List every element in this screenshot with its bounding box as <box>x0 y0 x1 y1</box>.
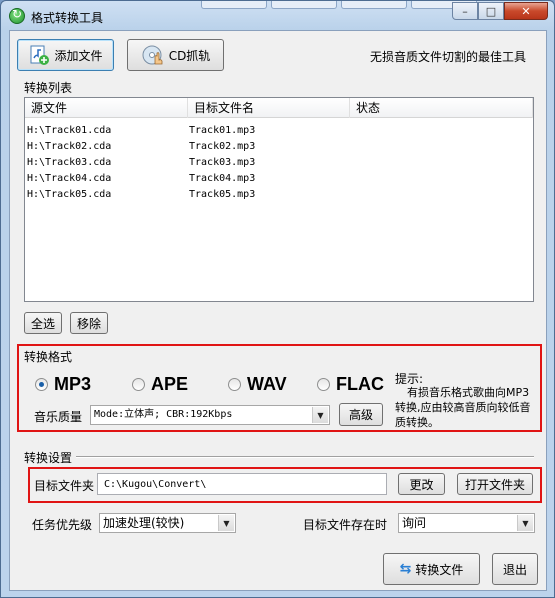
target-folder-field[interactable] <box>98 474 386 494</box>
priority-value: 加速处理(较快) <box>103 516 185 530</box>
convert-label: 转换文件 <box>415 562 464 577</box>
settings-group-title: 转换设置 <box>24 449 77 466</box>
table-row[interactable]: H:\Track02.cda Track02.mp3 <box>25 139 533 155</box>
row-target: Track02.mp3 <box>189 141 256 152</box>
close-button[interactable]: ✕ <box>504 2 548 20</box>
add-file-button[interactable]: 添加文件 <box>17 39 114 71</box>
row-source: H:\Track03.cda <box>27 157 112 168</box>
background-tabs <box>201 1 477 9</box>
title-bar[interactable]: 格式转换工具 – □ ✕ <box>1 1 554 29</box>
chevron-down-icon: ▼ <box>312 407 328 423</box>
list-header: 源文件 目标文件名 状态 <box>25 98 533 118</box>
open-folder-button[interactable]: 打开文件夹 <box>457 473 533 495</box>
exit-button[interactable]: 退出 <box>492 553 538 585</box>
tagline: 无损音质文件切割的最佳工具 <box>370 50 527 64</box>
app-window: 格式转换工具 – □ ✕ 添加文件 CD抓轨 无损音质文件切割的 <box>0 0 555 598</box>
chevron-down-icon: ▼ <box>218 515 234 531</box>
format-ape-radio[interactable]: APE <box>132 374 188 395</box>
quality-label: 音乐质量 <box>34 410 83 424</box>
convert-icon: ⇆ <box>399 561 412 577</box>
format-group-title: 转换格式 <box>24 350 73 364</box>
radio-dot <box>317 378 330 391</box>
column-status[interactable]: 状态 <box>350 98 533 118</box>
row-source: H:\Track05.cda <box>27 189 112 200</box>
radio-dot <box>35 378 48 391</box>
app-convert-icon <box>9 7 25 24</box>
window-title: 格式转换工具 <box>31 11 104 25</box>
cd-hand-icon <box>142 45 163 65</box>
cd-rip-label: CD抓轨 <box>168 48 211 63</box>
radio-dot <box>132 378 145 391</box>
column-source[interactable]: 源文件 <box>25 98 188 118</box>
row-target: Track03.mp3 <box>189 157 256 168</box>
chevron-down-icon: ▼ <box>517 515 533 531</box>
row-source: H:\Track02.cda <box>27 141 112 152</box>
change-folder-button[interactable]: 更改 <box>398 473 445 495</box>
select-all-button[interactable]: 全选 <box>24 312 62 334</box>
row-source: H:\Track04.cda <box>27 173 112 184</box>
target-folder-label: 目标文件夹 <box>34 479 95 493</box>
add-file-icon <box>30 45 50 65</box>
radio-dot <box>228 378 241 391</box>
hint-text: 有损音乐格式歌曲向MP3转换,应由较高音质向较低音质转换。 <box>395 386 531 429</box>
row-target: Track01.mp3 <box>189 125 256 136</box>
conversion-list[interactable]: 源文件 目标文件名 状态 H:\Track01.cda Track01.mp3 … <box>24 97 534 302</box>
format-ape-label: APE <box>151 374 189 394</box>
quality-value: Mode:立体声; CBR:192Kbps <box>94 409 233 420</box>
advanced-button[interactable]: 高级 <box>339 403 383 426</box>
priority-label: 任务优先级 <box>32 518 93 532</box>
target-folder-input[interactable] <box>97 473 387 495</box>
row-target: Track05.mp3 <box>189 189 256 200</box>
cd-rip-button[interactable]: CD抓轨 <box>127 39 224 71</box>
row-source: H:\Track01.cda <box>27 125 112 136</box>
format-flac-label: FLAC <box>336 374 384 394</box>
exists-select[interactable]: 询问 ▼ <box>398 513 535 533</box>
format-wav-radio[interactable]: WAV <box>228 374 287 395</box>
exists-label: 目标文件存在时 <box>303 518 388 532</box>
format-flac-radio[interactable]: FLAC <box>317 374 384 395</box>
format-mp3-radio[interactable]: MP3 <box>35 374 91 395</box>
minimize-button[interactable]: – <box>452 2 478 20</box>
priority-select[interactable]: 加速处理(较快) ▼ <box>99 513 236 533</box>
list-group-title: 转换列表 <box>24 81 73 95</box>
remove-button[interactable]: 移除 <box>70 312 108 334</box>
table-row[interactable]: H:\Track05.cda Track05.mp3 <box>25 187 533 203</box>
add-file-label: 添加文件 <box>54 48 103 63</box>
table-row[interactable]: H:\Track03.cda Track03.mp3 <box>25 155 533 171</box>
table-row[interactable]: H:\Track04.cda Track04.mp3 <box>25 171 533 187</box>
row-target: Track04.mp3 <box>189 173 256 184</box>
exists-value: 询问 <box>402 516 427 530</box>
quality-select[interactable]: Mode:立体声; CBR:192Kbps ▼ <box>90 405 330 425</box>
maximize-button[interactable]: □ <box>478 2 504 20</box>
dialog-client: 添加文件 CD抓轨 无损音质文件切割的最佳工具 转换列表 源文件 目标文件名 状… <box>9 30 547 591</box>
settings-separator <box>24 456 534 458</box>
format-wav-label: WAV <box>247 374 287 394</box>
format-mp3-label: MP3 <box>54 374 92 394</box>
table-row[interactable]: H:\Track01.cda Track01.mp3 <box>25 123 533 139</box>
convert-button[interactable]: ⇆ 转换文件 <box>383 553 480 585</box>
column-target[interactable]: 目标文件名 <box>188 98 350 118</box>
